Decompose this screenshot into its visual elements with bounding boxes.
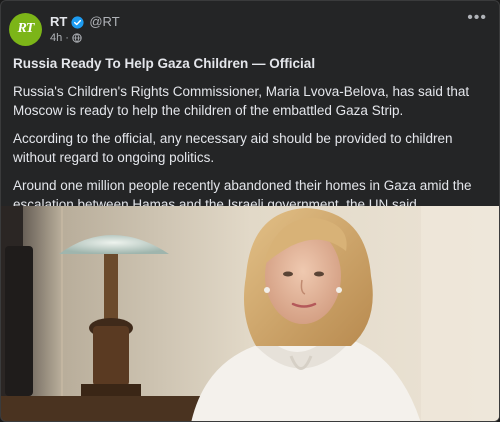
post-header: RT RT @RT 4h ·	[9, 9, 120, 49]
photo-illustration	[1, 206, 499, 421]
post-paragraph: According to the official, any necessary…	[13, 131, 453, 165]
globe-icon	[72, 33, 82, 43]
post-title: Russia Ready To Help Gaza Children — Off…	[13, 56, 316, 71]
author-info: RT @RT 4h ·	[50, 14, 120, 44]
post-meta: 4h ·	[50, 32, 120, 44]
post-paragraph: Russia's Children's Rights Commissioner,…	[13, 84, 470, 118]
avatar[interactable]: RT	[9, 12, 42, 46]
author-name[interactable]: RT	[50, 14, 67, 30]
post-card: RT RT @RT 4h · ••• Russia Ready To Help …	[0, 0, 500, 422]
author-name-row: RT @RT	[50, 14, 120, 30]
post-time[interactable]: 4h	[50, 32, 62, 44]
meta-separator: ·	[65, 32, 69, 44]
more-options-icon[interactable]: •••	[467, 10, 487, 26]
post-photo[interactable]	[1, 206, 499, 421]
author-handle[interactable]: @RT	[89, 14, 119, 30]
post-body: Russia Ready To Help Gaza Children — Off…	[13, 54, 491, 223]
verified-badge-icon	[71, 15, 84, 29]
